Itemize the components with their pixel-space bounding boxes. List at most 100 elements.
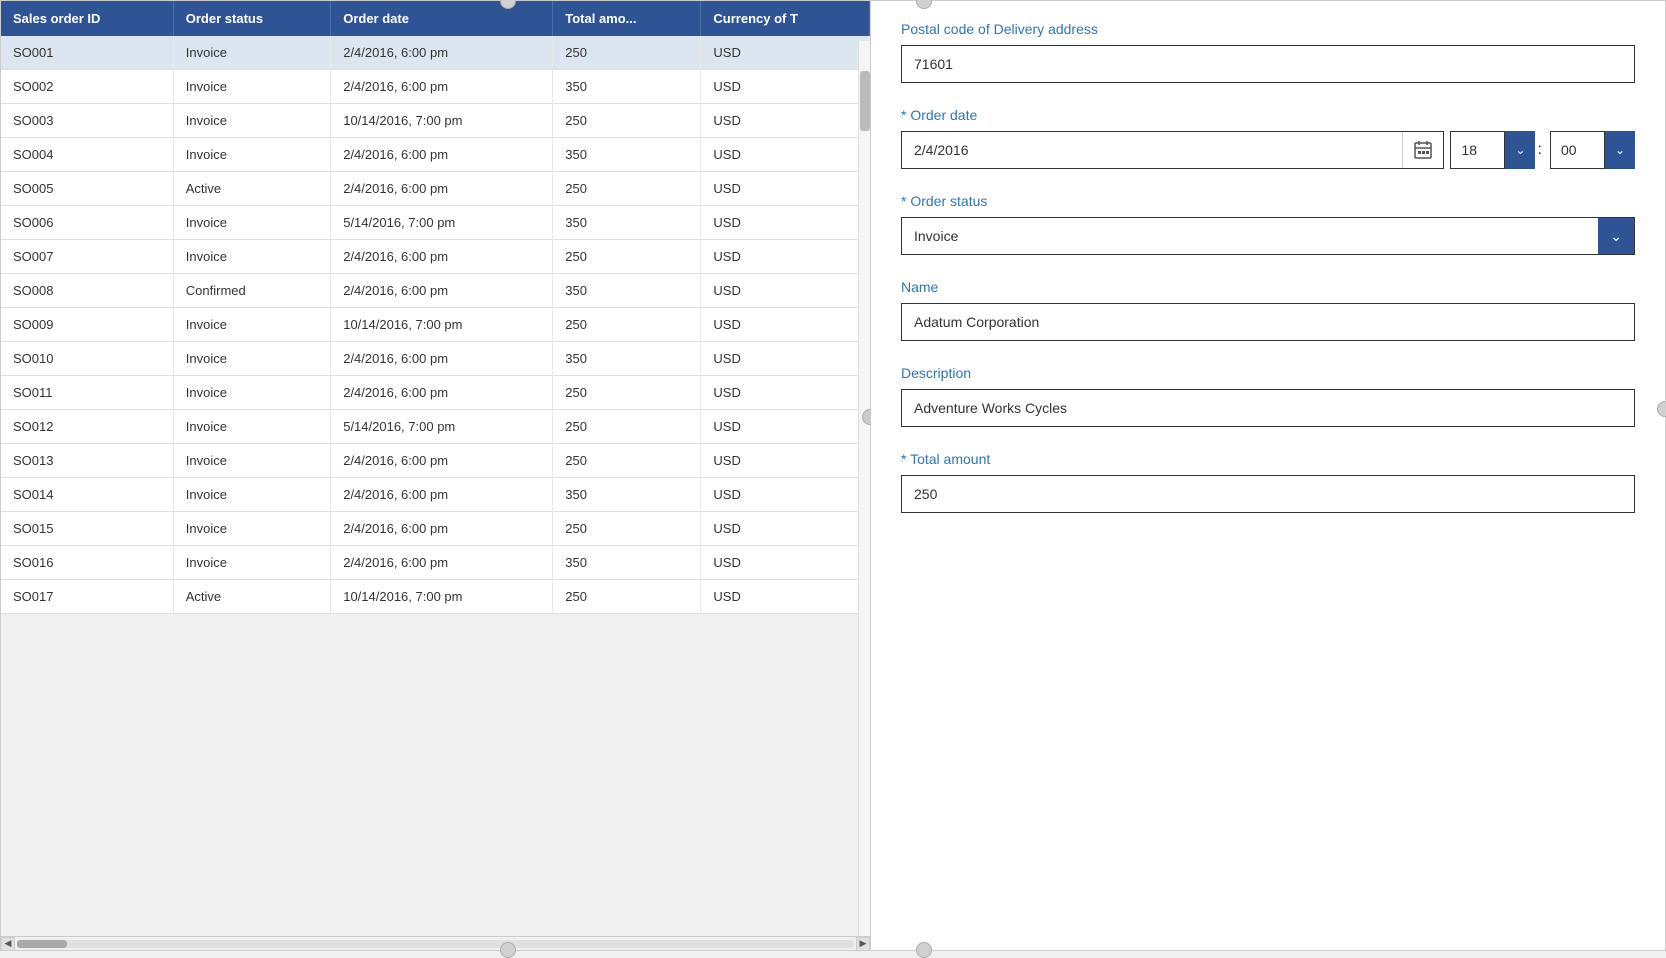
table-cell-currency: USD [701, 274, 870, 308]
table-row[interactable]: SO001Invoice2/4/2016, 6:00 pm250USD [1, 36, 870, 70]
table-cell-order_date: 5/14/2016, 7:00 pm [331, 410, 553, 444]
order-date-input[interactable] [902, 132, 1402, 168]
table-row[interactable]: SO003Invoice10/14/2016, 7:00 pm250USD [1, 104, 870, 138]
table-row[interactable]: SO006Invoice5/14/2016, 7:00 pm350USD [1, 206, 870, 240]
total-amount-field: Total amount [901, 451, 1635, 513]
description-field: Description [901, 365, 1635, 427]
time-hour-dropdown[interactable]: ⌄ [1505, 131, 1535, 169]
resize-handle-bottom-left[interactable] [500, 942, 516, 958]
table-panel: Sales order ID Order status Order date T… [1, 1, 871, 950]
table-row[interactable]: SO009Invoice10/14/2016, 7:00 pm250USD [1, 308, 870, 342]
table-cell-total_amount: 250 [553, 240, 701, 274]
table-cell-currency: USD [701, 240, 870, 274]
table-cell-order_date: 2/4/2016, 6:00 pm [331, 342, 553, 376]
form-panel: Postal code of Delivery address Order da… [871, 1, 1665, 950]
table-cell-total_amount: 250 [553, 36, 701, 70]
table-cell-order_date: 2/4/2016, 6:00 pm [331, 546, 553, 580]
calendar-button[interactable] [1402, 132, 1443, 168]
resize-handle-bottom-right[interactable] [916, 942, 932, 958]
order-status-field: Order status ⌄ [901, 193, 1635, 255]
table-scroll-wrapper[interactable]: Sales order ID Order status Order date T… [1, 1, 870, 936]
date-input-wrapper [901, 131, 1444, 169]
time-hour-input[interactable] [1450, 131, 1505, 169]
name-input[interactable] [901, 303, 1635, 341]
time-minute-dropdown[interactable]: ⌄ [1605, 131, 1635, 169]
table-cell-total_amount: 350 [553, 138, 701, 172]
scroll-track [17, 940, 854, 948]
table-cell-total_amount: 350 [553, 546, 701, 580]
table-cell-currency: USD [701, 444, 870, 478]
table-row[interactable]: SO013Invoice2/4/2016, 6:00 pm250USD [1, 444, 870, 478]
table-cell-order_status: Active [173, 580, 330, 614]
table-cell-order_status: Invoice [173, 444, 330, 478]
table-row[interactable]: SO017Active10/14/2016, 7:00 pm250USD [1, 580, 870, 614]
table-cell-currency: USD [701, 138, 870, 172]
table-cell-total_amount: 350 [553, 478, 701, 512]
table-cell-order_status: Invoice [173, 512, 330, 546]
table-cell-total_amount: 350 [553, 274, 701, 308]
table-cell-sales_order_id: SO015 [1, 512, 173, 546]
postal-code-label: Postal code of Delivery address [901, 21, 1635, 37]
vertical-scrollbar[interactable] [858, 41, 870, 936]
scroll-left-button[interactable]: ◀ [1, 937, 15, 951]
postal-code-input[interactable] [901, 45, 1635, 83]
table-cell-order_status: Invoice [173, 478, 330, 512]
table-cell-order_status: Confirmed [173, 274, 330, 308]
table-cell-sales_order_id: SO001 [1, 36, 173, 70]
table-cell-total_amount: 250 [553, 444, 701, 478]
table-cell-order_status: Invoice [173, 206, 330, 240]
table-row[interactable]: SO010Invoice2/4/2016, 6:00 pm350USD [1, 342, 870, 376]
table-cell-total_amount: 250 [553, 172, 701, 206]
table-row[interactable]: SO004Invoice2/4/2016, 6:00 pm350USD [1, 138, 870, 172]
sales-orders-table: Sales order ID Order status Order date T… [1, 1, 870, 614]
table-cell-order_status: Invoice [173, 240, 330, 274]
table-body: SO001Invoice2/4/2016, 6:00 pm250USDSO002… [1, 36, 870, 614]
panel-resize-handle[interactable] [862, 409, 871, 425]
table-row[interactable]: SO015Invoice2/4/2016, 6:00 pm250USD [1, 512, 870, 546]
table-row[interactable]: SO014Invoice2/4/2016, 6:00 pm350USD [1, 478, 870, 512]
main-container: Sales order ID Order status Order date T… [0, 0, 1666, 951]
order-status-input[interactable] [902, 218, 1598, 254]
table-cell-order_date: 2/4/2016, 6:00 pm [331, 512, 553, 546]
table-cell-currency: USD [701, 410, 870, 444]
postal-code-field: Postal code of Delivery address [901, 21, 1635, 83]
table-cell-currency: USD [701, 70, 870, 104]
table-cell-sales_order_id: SO006 [1, 206, 173, 240]
time-minute-input[interactable] [1550, 131, 1605, 169]
total-amount-label: Total amount [901, 451, 1635, 467]
table-cell-order_date: 2/4/2016, 6:00 pm [331, 376, 553, 410]
table-cell-order_date: 2/4/2016, 6:00 pm [331, 240, 553, 274]
table-cell-sales_order_id: SO004 [1, 138, 173, 172]
table-row[interactable]: SO016Invoice2/4/2016, 6:00 pm350USD [1, 546, 870, 580]
table-cell-sales_order_id: SO017 [1, 580, 173, 614]
table-cell-total_amount: 350 [553, 70, 701, 104]
scroll-right-button[interactable]: ▶ [856, 937, 870, 951]
table-cell-sales_order_id: SO010 [1, 342, 173, 376]
table-row[interactable]: SO008Confirmed2/4/2016, 6:00 pm350USD [1, 274, 870, 308]
table-cell-order_date: 2/4/2016, 6:00 pm [331, 70, 553, 104]
resize-handle-right[interactable] [1657, 401, 1666, 417]
calendar-icon [1413, 140, 1433, 160]
table-cell-total_amount: 250 [553, 580, 701, 614]
table-row[interactable]: SO012Invoice5/14/2016, 7:00 pm250USD [1, 410, 870, 444]
order-status-dropdown-button[interactable]: ⌄ [1598, 218, 1634, 254]
total-amount-input[interactable] [901, 475, 1635, 513]
table-cell-order_status: Invoice [173, 410, 330, 444]
table-row[interactable]: SO007Invoice2/4/2016, 6:00 pm250USD [1, 240, 870, 274]
table-cell-order_status: Invoice [173, 376, 330, 410]
table-cell-sales_order_id: SO003 [1, 104, 173, 138]
table-cell-currency: USD [701, 580, 870, 614]
table-cell-total_amount: 250 [553, 376, 701, 410]
table-cell-order_date: 10/14/2016, 7:00 pm [331, 104, 553, 138]
order-date-field: Order date [901, 107, 1635, 169]
table-row[interactable]: SO011Invoice2/4/2016, 6:00 pm250USD [1, 376, 870, 410]
table-cell-order_date: 10/14/2016, 7:00 pm [331, 580, 553, 614]
table-cell-sales_order_id: SO011 [1, 376, 173, 410]
table-cell-sales_order_id: SO008 [1, 274, 173, 308]
description-input[interactable] [901, 389, 1635, 427]
horizontal-scrollbar[interactable]: ◀ ▶ [1, 936, 870, 950]
table-cell-currency: USD [701, 308, 870, 342]
table-row[interactable]: SO005Active2/4/2016, 6:00 pm250USD [1, 172, 870, 206]
table-row[interactable]: SO002Invoice2/4/2016, 6:00 pm350USD [1, 70, 870, 104]
table-cell-currency: USD [701, 172, 870, 206]
